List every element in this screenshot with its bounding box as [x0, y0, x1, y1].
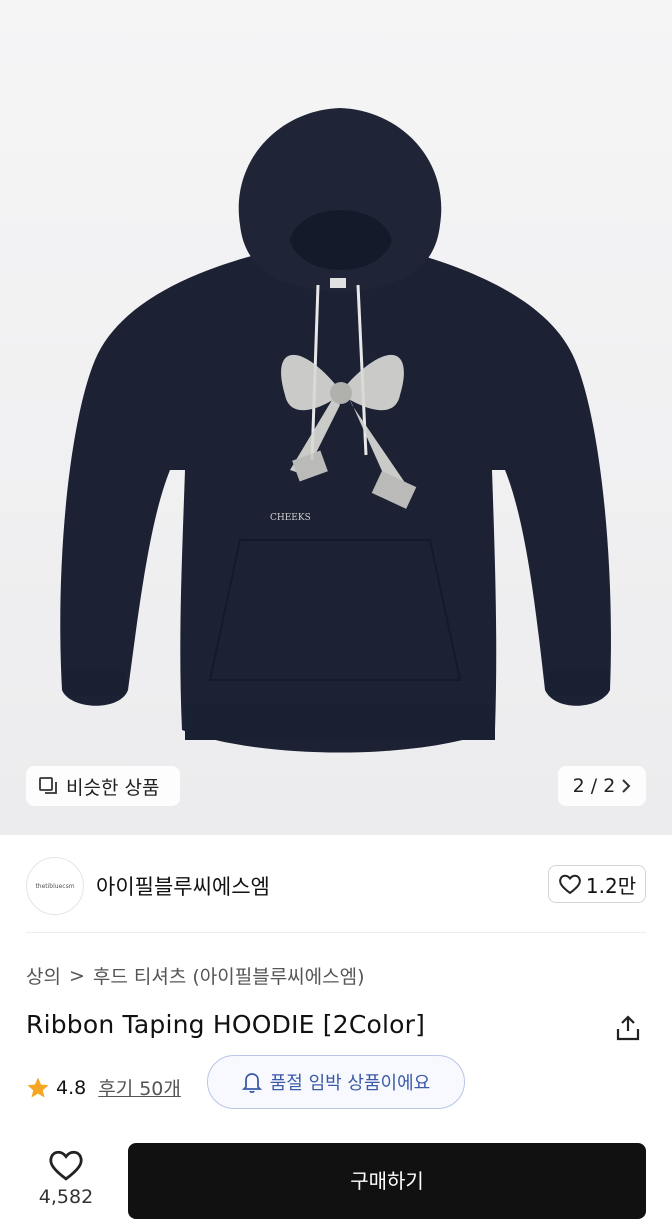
hoodie-print-text: CHEEKS	[270, 513, 311, 523]
similar-products-button[interactable]: 비슷한 상품	[26, 766, 180, 806]
breadcrumb-level2[interactable]: 후드 티셔츠 (아이필블루씨에스엠)	[93, 962, 365, 989]
breadcrumb-separator: >	[68, 964, 85, 987]
brand-logo-text: thetibluecsm	[35, 882, 75, 890]
copy-icon	[39, 777, 57, 794]
like-count: 4,582	[38, 1186, 94, 1208]
breadcrumb-level1[interactable]: 상의	[26, 962, 61, 989]
image-pager[interactable]: 2 / 2	[558, 766, 646, 806]
star-icon	[27, 1077, 49, 1097]
hoodie-product-image: CHEEKS	[60, 108, 611, 753]
heart-icon	[559, 874, 581, 895]
brand-name[interactable]: 아이필블루씨에스엠	[96, 871, 270, 901]
product-title: Ribbon Taping HOODIE [2Color]	[26, 1010, 426, 1039]
chevron-right-icon	[622, 779, 631, 793]
rating-value: 4.8	[56, 1076, 87, 1099]
buy-button-label: 구매하기	[350, 1169, 424, 1193]
similar-products-label: 비슷한 상품	[66, 776, 160, 799]
brand-row: thetibluecsm 아이필블루씨에스엠 1.2만	[0, 835, 672, 933]
pager-count: 2 / 2	[572, 775, 616, 797]
rating-row: 4.8 후기 50개	[26, 1074, 181, 1101]
share-icon[interactable]	[614, 1014, 642, 1042]
breadcrumb: 상의 > 후드 티셔츠 (아이필블루씨에스엠)	[26, 962, 365, 989]
divider	[26, 932, 646, 933]
soldout-text: 품절 임박 상품이에요	[269, 1073, 431, 1094]
brand-like-count: 1.2만	[585, 873, 637, 898]
heart-icon	[49, 1150, 83, 1181]
soldout-notice[interactable]: 품절 임박 상품이에요	[207, 1055, 465, 1109]
bottom-like-button[interactable]: 4,582	[26, 1148, 106, 1208]
review-link[interactable]: 후기 50개	[98, 1074, 181, 1101]
buy-button[interactable]: 구매하기	[128, 1143, 646, 1219]
product-image-carousel[interactable]: CHEEKS 비슷한 상품 2 / 2	[0, 0, 672, 835]
brand-logo[interactable]: thetibluecsm	[26, 857, 84, 915]
brand-like-button[interactable]: 1.2만	[548, 865, 646, 903]
bell-icon	[241, 1073, 262, 1093]
